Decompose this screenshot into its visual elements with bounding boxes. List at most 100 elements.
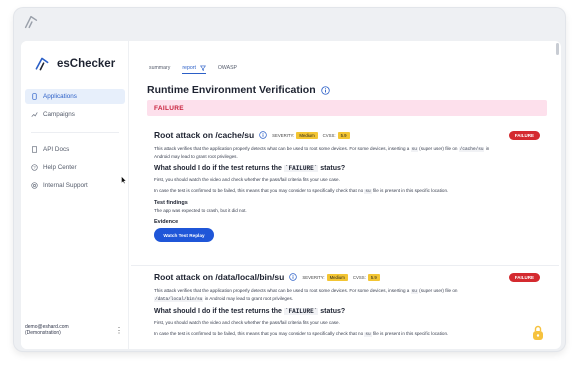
report-tabs: summary report OWASP [149, 61, 249, 75]
phone-icon [32, 93, 37, 100]
guidance-text: file is present in this specific locatio… [371, 331, 449, 336]
app-container: esChecker Applications Campaigns API Doc… [21, 41, 561, 349]
status-banner: FAILURE [147, 100, 547, 116]
evidence-title: Evidence [154, 219, 179, 225]
sidebar-item-label: API Docs [43, 146, 70, 153]
cvss-label: CVSS: [352, 274, 366, 280]
inline-code: `FAILURE` [283, 308, 319, 315]
scrollbar-thumb[interactable] [556, 43, 559, 55]
tab-report[interactable]: report [182, 61, 206, 75]
inline-code: su [410, 289, 418, 294]
section-title: Runtime Environment Verification [147, 84, 316, 96]
description-text: (super user) file on [417, 288, 458, 293]
question-text: status? [318, 165, 346, 172]
inline-code: su [364, 189, 372, 194]
severity-label: SEVERITY: [272, 132, 295, 138]
sidebar: esChecker Applications Campaigns API Doc… [21, 41, 129, 349]
svg-text:?: ? [33, 165, 36, 170]
cvss-badge: 5.9 [367, 273, 380, 281]
sidebar-item-campaigns[interactable]: Campaigns [25, 107, 125, 122]
doc-icon [32, 146, 37, 153]
description-text: (super user) file on [417, 146, 459, 151]
eschecker-logo-icon [24, 15, 38, 29]
inline-code: `FAILURE` [283, 165, 319, 172]
tab-label: summary [149, 65, 171, 71]
description-text: in [484, 146, 490, 151]
tab-owasp[interactable]: OWASP [218, 61, 237, 75]
description-text: This attack verifies that the applicatio… [154, 146, 411, 151]
description-text: Android may lead to grant root privilege… [154, 154, 238, 159]
cvss-badge: 5.9 [337, 131, 350, 139]
inline-code: su [364, 332, 372, 337]
browser-window: esChecker Applications Campaigns API Doc… [14, 8, 565, 351]
filter-icon[interactable] [199, 65, 206, 71]
section-header: Runtime Environment Verification [147, 84, 330, 96]
question-text: status? [318, 308, 346, 315]
card-header: Root attack on /data/local/bin/su SEVERI… [147, 271, 547, 283]
sidebar-item-label: Applications [43, 93, 77, 100]
question-text: What should I do if the test returns the [154, 308, 284, 315]
sidebar-item-applications[interactable]: Applications [25, 89, 125, 104]
brand-name: esChecker [57, 58, 116, 70]
guidance-paragraph: First, you should watch the video and ch… [154, 320, 340, 325]
card-description: This attack verifies that the applicatio… [147, 287, 547, 303]
cvss-label: CVSS: [322, 132, 336, 138]
inline-code: su [410, 147, 418, 152]
watch-test-replay-button[interactable]: Watch Test Replay [154, 228, 214, 242]
findings-title: Test findings [154, 200, 188, 206]
sidebar-item-label: Internal Support [43, 182, 88, 189]
main-content: summary report OWASP Runtime Environment… [131, 41, 559, 349]
support-chat-icon[interactable] [532, 325, 544, 341]
card-title: Root attack on /data/local/bin/su [154, 272, 285, 282]
description-text: This attack verifies that the applicatio… [154, 288, 411, 293]
severity-badge: Medium [296, 131, 318, 139]
guidance-paragraph: First, you should watch the video and ch… [154, 177, 340, 182]
more-options-icon[interactable]: ⋮ [115, 327, 123, 335]
window-topbar [14, 8, 565, 36]
info-icon[interactable] [289, 273, 298, 281]
sidebar-item-api-docs[interactable]: API Docs [25, 142, 125, 157]
question-title: What should I do if the test returns the… [147, 165, 547, 172]
severity-badge: Medium [326, 273, 348, 281]
help-icon: ? [31, 164, 38, 171]
question-title: What should I do if the test returns the… [147, 308, 547, 315]
sidebar-nav: Applications Campaigns API Docs ? Help C… [25, 89, 125, 196]
guidance-text: file is present in this specific locatio… [371, 188, 449, 193]
severity-label: SEVERITY: [302, 274, 325, 280]
card-title: Root attack on /cache/su [154, 130, 255, 140]
user-box[interactable]: demo@eshard.com (Demonstration) ⋮ [25, 324, 125, 336]
scrollbar[interactable] [555, 41, 559, 349]
status-badge: FAILURE [508, 273, 540, 282]
guidance-paragraph: In case the test is confirmed to be fail… [147, 330, 547, 338]
chart-icon [31, 112, 38, 117]
guidance-text: In case the test is confirmed to be fail… [154, 331, 365, 336]
inline-code: /data/local/bin/su [154, 297, 204, 302]
sidebar-item-help-center[interactable]: ? Help Center [25, 160, 125, 175]
sidebar-item-internal-support[interactable]: Internal Support [25, 178, 125, 193]
support-icon [31, 182, 38, 189]
tab-summary[interactable]: summary [149, 61, 170, 75]
tab-label: report [182, 65, 196, 71]
findings-text: The app was expected to crash, but it di… [154, 208, 247, 213]
test-card: Root attack on /cache/su SEVERITY: Mediu… [147, 129, 547, 242]
card-divider [131, 265, 559, 266]
user-org: (Demonstration) [25, 330, 61, 336]
card-header: Root attack on /cache/su SEVERITY: Mediu… [147, 129, 547, 141]
guidance-paragraph: In case the test is confirmed to be fail… [147, 187, 547, 195]
tab-label: OWASP [217, 65, 238, 71]
status-badge: FAILURE [508, 131, 540, 140]
test-card: Root attack on /data/local/bin/su SEVERI… [147, 271, 547, 338]
question-text: What should I do if the test returns the [154, 165, 284, 172]
card-description: This attack verifies that the applicatio… [147, 145, 547, 160]
sidebar-item-label: Help Center [43, 164, 77, 171]
mouse-cursor-icon [121, 176, 127, 184]
guidance-text: In case the test is confirmed to be fail… [154, 188, 365, 193]
info-icon[interactable] [320, 85, 330, 95]
info-icon[interactable] [259, 131, 267, 139]
sidebar-divider [31, 132, 119, 133]
sidebar-item-label: Campaigns [43, 111, 75, 118]
inline-code: /cache/su [458, 147, 485, 152]
brand[interactable]: esChecker [34, 55, 115, 73]
description-text: in Android may lead to grant root privil… [203, 296, 294, 301]
eschecker-logo-icon [35, 57, 49, 71]
